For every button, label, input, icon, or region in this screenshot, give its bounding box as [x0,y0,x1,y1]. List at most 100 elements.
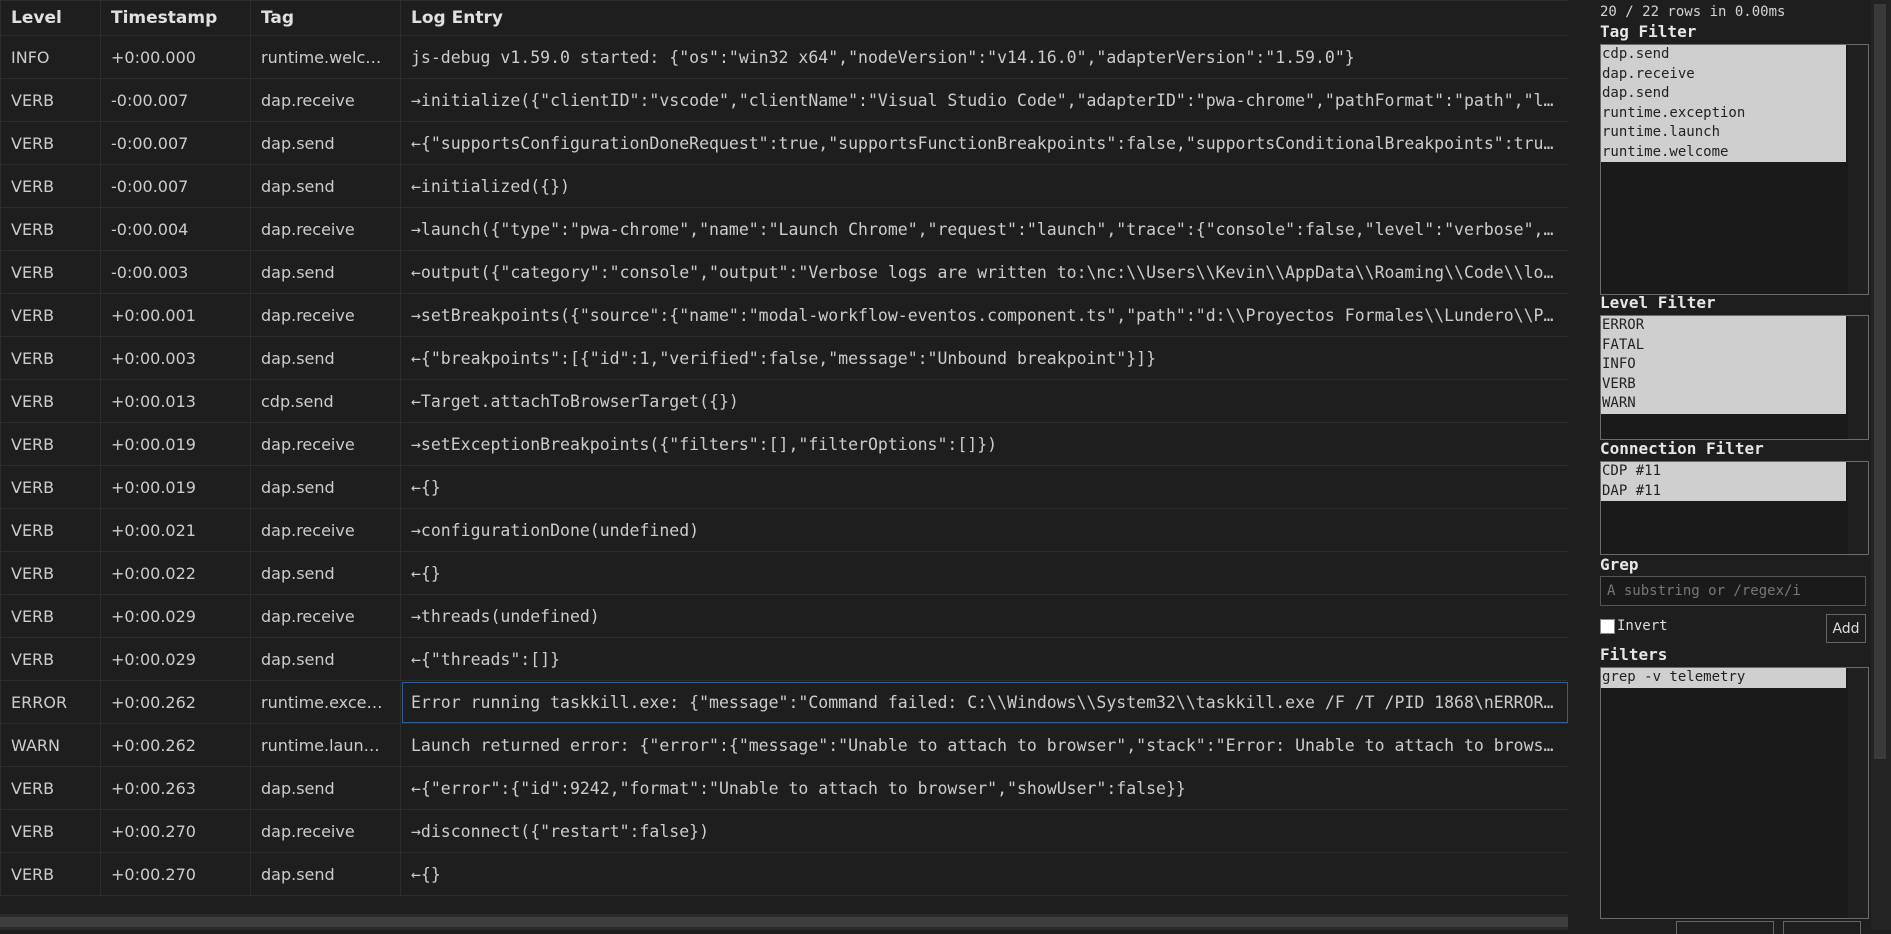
log-level-cell: VERB [0,379,101,423]
grep-input[interactable] [1600,576,1866,606]
panel-button-1[interactable] [1676,921,1774,934]
log-timestamp-cell: +0:00.029 [100,594,251,638]
log-row[interactable]: VERB +0:00.019 dap.receive →setExceptionBre… [0,422,1568,466]
level-filter-select[interactable]: ERROR FATAL INFO VERB WARN [1600,315,1869,440]
tag-filter-option[interactable]: cdp.send [1601,45,1846,65]
log-tag-cell: dap.send [250,250,401,294]
tag-filter-scrollbar[interactable] [1848,45,1868,294]
log-timestamp-cell: +0:00.270 [100,809,251,853]
invert-label: Invert [1617,618,1668,634]
log-row[interactable]: WARN +0:00.262 runtime.laun… Launch returne… [0,723,1568,767]
log-row[interactable]: VERB +0:00.022 dap.send ←{} [0,551,1568,595]
active-filter-item[interactable]: grep -v telemetry [1601,668,1846,688]
log-entry-cell: ←{} [400,852,1568,896]
level-filter-option[interactable]: ERROR [1601,316,1846,336]
log-entry-cell: ←{"supportsConfigurationDoneRequest":tru… [400,121,1568,165]
column-header-tag[interactable]: Tag [250,0,401,36]
log-entry-cell: ←{"error":{"id":9242,"format":"Unable to… [400,766,1568,810]
invert-option[interactable]: Invert [1600,618,1668,634]
log-entry-cell: →initialize({"clientID":"vscode","client… [400,78,1568,122]
level-filter-option[interactable]: VERB [1601,374,1846,394]
panel-scrollbar[interactable] [1871,0,1891,930]
tag-filter-option[interactable]: dap.receive [1601,64,1846,84]
log-entry-cell: →disconnect({"restart":false}) [400,809,1568,853]
log-tag-cell: dap.send [250,465,401,509]
log-timestamp-cell: -0:00.007 [100,164,251,208]
column-header-timestamp[interactable]: Timestamp [100,0,251,36]
log-timestamp-cell: +0:00.021 [100,508,251,552]
log-row[interactable]: VERB +0:00.021 dap.receive →configurationDo… [0,508,1568,552]
tag-filter-option[interactable]: runtime.welcome [1601,142,1846,162]
log-level-cell: VERB [0,293,101,337]
log-row[interactable]: VERB +0:00.003 dap.send ←{"breakpoints":[{"… [0,336,1568,380]
tag-filter-select[interactable]: cdp.send dap.receive dap.send runtime.excep… [1600,44,1869,295]
log-row[interactable]: VERB +0:00.263 dap.send ←{"error":{"id":924… [0,766,1568,810]
log-timestamp-cell: +0:00.262 [100,680,251,724]
log-row[interactable]: VERB +0:00.270 dap.send ←{} [0,852,1568,896]
log-row[interactable]: VERB +0:00.001 dap.receive →setBreakpoints(… [0,293,1568,337]
log-row[interactable]: VERB -0:00.007 dap.send ←initialized({}) [0,164,1568,208]
log-timestamp-cell: +0:00.001 [100,293,251,337]
log-row[interactable]: VERB +0:00.029 dap.send ←{"threads":[]} [0,637,1568,681]
log-level-cell: VERB [0,207,101,251]
log-table: Level Timestamp Tag Log Entry INFO +0:00.… [0,0,1568,896]
connection-filter-option[interactable]: DAP #11 [1601,481,1846,501]
log-tag-cell: dap.send [250,852,401,896]
log-row[interactable]: VERB +0:00.270 dap.receive →disconnect({"re… [0,809,1568,853]
active-filters-scrollbar[interactable] [1848,668,1868,918]
log-row[interactable]: INFO +0:00.000 runtime.welc… js-debug v1.59… [0,35,1568,79]
log-level-cell: WARN [0,723,101,767]
log-entry-cell: →setExceptionBreakpoints({"filters":[],"… [400,422,1568,466]
level-filter-option[interactable]: FATAL [1601,335,1846,355]
log-row[interactable]: VERB -0:00.004 dap.receive →launch({"type":… [0,207,1568,251]
grep-heading: Grep [1600,555,1639,574]
log-timestamp-cell: -0:00.003 [100,250,251,294]
log-timestamp-cell: -0:00.007 [100,78,251,122]
panel-button-2[interactable] [1783,921,1861,934]
tag-filter-heading: Tag Filter [1600,22,1697,41]
column-header-level[interactable]: Level [0,0,101,36]
level-filter-scrollbar[interactable] [1848,316,1868,439]
connection-filter-select[interactable]: CDP #11 DAP #11 [1600,461,1869,555]
panel-scrollbar-thumb[interactable] [1874,4,1886,759]
tag-filter-option[interactable]: runtime.exception [1601,103,1846,123]
log-row[interactable]: VERB -0:00.003 dap.send ←output({"category"… [0,250,1568,294]
log-row[interactable]: VERB -0:00.007 dap.receive →initialize({"cl… [0,78,1568,122]
log-tag-cell: dap.send [250,164,401,208]
log-tag-cell: cdp.send [250,379,401,423]
log-table-container: Level Timestamp Tag Log Entry INFO +0:00.… [0,0,1568,914]
log-level-cell: INFO [0,35,101,79]
connection-filter-scrollbar[interactable] [1848,462,1868,554]
log-level-cell: VERB [0,336,101,380]
level-filter-option[interactable]: INFO [1601,355,1846,375]
log-level-cell: VERB [0,250,101,294]
log-table-body: INFO +0:00.000 runtime.welc… js-debug v1.59… [0,35,1568,896]
column-header-log-entry[interactable]: Log Entry [400,0,1568,36]
log-entry-cell: ←initialized({}) [400,164,1568,208]
log-level-cell: VERB [0,594,101,638]
connection-filter-option[interactable]: CDP #11 [1601,462,1846,482]
log-row[interactable]: ERROR +0:00.262 runtime.exce… Error running… [0,680,1568,724]
tag-filter-option[interactable]: runtime.launch [1601,123,1846,143]
invert-checkbox[interactable] [1600,618,1615,634]
active-filters-list[interactable]: grep -v telemetry [1600,667,1869,919]
log-row[interactable]: VERB +0:00.029 dap.receive →threads(undefin… [0,594,1568,638]
horizontal-scrollbar-thumb[interactable] [0,917,1568,927]
filter-panel: 20 / 22 rows in 0.00ms Tag Filter cdp.se… [1588,0,1891,934]
log-timestamp-cell: +0:00.029 [100,637,251,681]
log-tag-cell: dap.receive [250,293,401,337]
log-level-cell: VERB [0,164,101,208]
log-level-cell: ERROR [0,680,101,724]
filters-heading: Filters [1600,645,1668,664]
log-row[interactable]: VERB +0:00.019 dap.send ←{} [0,465,1568,509]
log-level-cell: VERB [0,551,101,595]
log-row[interactable]: VERB -0:00.007 dap.send ←{"supportsConfigur… [0,121,1568,165]
log-entry-cell: ←{} [400,551,1568,595]
log-tag-cell: dap.send [250,121,401,165]
level-filter-option[interactable]: WARN [1601,394,1846,414]
log-row[interactable]: VERB +0:00.013 cdp.send ←Target.attachToBro… [0,379,1568,423]
horizontal-scrollbar[interactable] [0,914,1568,930]
log-level-cell: VERB [0,852,101,896]
add-filter-button[interactable]: Add [1826,614,1866,643]
tag-filter-option[interactable]: dap.send [1601,84,1846,104]
